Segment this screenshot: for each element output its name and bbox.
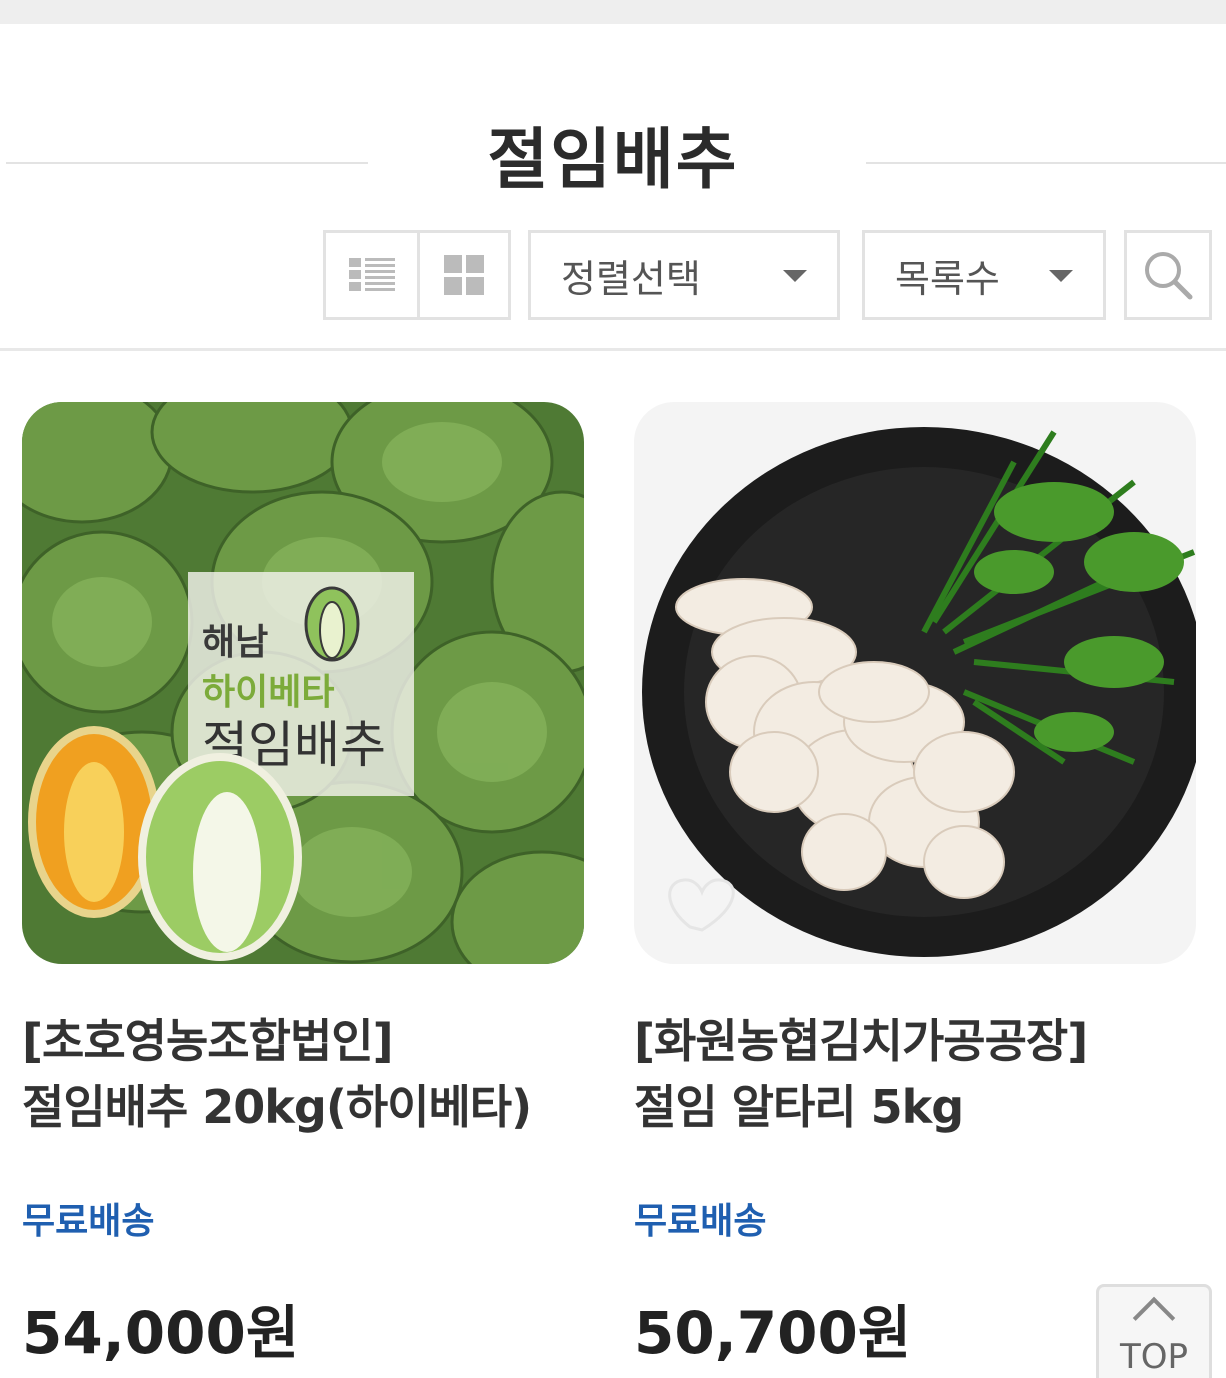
search-icon: [1145, 252, 1193, 300]
toolbar-divider: [0, 348, 1226, 351]
caret-down-icon: [1049, 270, 1073, 282]
list-count-select-label: 목록수: [895, 256, 1000, 301]
pickled-radish-image: [634, 402, 1196, 964]
grid-view-button[interactable]: [417, 233, 508, 317]
grid-view-icon: [444, 255, 484, 295]
product-image[interactable]: 해남 하이베타 절임배추: [22, 402, 584, 964]
product-vendor: [화원농협김치가공공장]: [634, 1014, 1088, 1068]
status-strip: [0, 0, 1226, 24]
page-title: 절임배추: [487, 121, 739, 198]
search-button[interactable]: [1124, 230, 1212, 320]
caret-down-icon: [783, 270, 807, 282]
view-toggle: [323, 230, 511, 320]
cabbage-logo-icon: [304, 586, 360, 662]
product-price: 54,000원: [22, 1299, 300, 1367]
list-view-button[interactable]: [326, 233, 417, 317]
product-image[interactable]: [634, 402, 1196, 964]
sort-select-label: 정렬선택: [561, 256, 701, 301]
sort-select[interactable]: 정렬선택: [528, 230, 840, 320]
list-count-select[interactable]: 목록수: [862, 230, 1106, 320]
product-name[interactable]: [초호영농조합법인] 절임배추 20kg(하이베타): [22, 1008, 584, 1140]
product-title: 절임배추 20kg(하이베타): [22, 1080, 532, 1134]
product-card[interactable]: [화원농협김치가공공장] 절임 알타리 5kg 무료배송 50,700원: [634, 402, 1196, 1370]
list-view-icon: [348, 258, 395, 291]
title-divider-right: [866, 162, 1226, 164]
product-title: 절임 알타리 5kg: [634, 1080, 964, 1134]
free-shipping-badge: 무료배송: [634, 1201, 767, 1242]
scroll-top-button[interactable]: TOP: [1096, 1284, 1212, 1378]
image-logo-text-1: 해남: [202, 622, 268, 663]
scroll-top-label: TOP: [1119, 1337, 1189, 1377]
free-shipping-badge: 무료배송: [22, 1201, 155, 1242]
cabbage-field-image: 해남 하이베타 절임배추: [22, 402, 584, 964]
product-card[interactable]: 해남 하이베타 절임배추 [초호영농조합법인] 절임배추 20kg(하이베타) …: [22, 402, 584, 1370]
image-logo-text-2: 하이베타: [202, 672, 334, 713]
chevron-up-icon: [1132, 1296, 1176, 1340]
title-row: 절임배추: [0, 90, 1226, 200]
product-vendor: [초호영농조합법인]: [22, 1014, 394, 1068]
product-name[interactable]: [화원농협김치가공공장] 절임 알타리 5kg: [634, 1008, 1196, 1140]
